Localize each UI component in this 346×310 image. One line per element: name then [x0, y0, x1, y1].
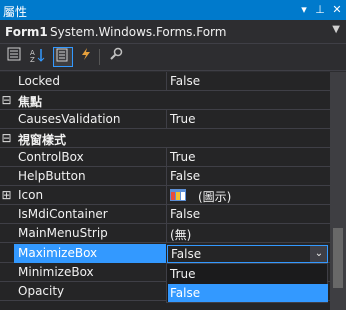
property-name: Opacity [18, 284, 65, 298]
property-row-icon[interactable]: ⊞ Icon (圖示) [0, 186, 330, 205]
expand-icon[interactable]: ⊞ [0, 186, 13, 205]
column-divider [166, 110, 167, 129]
collapse-icon[interactable]: ⊟ [0, 91, 13, 110]
property-value: (無) [170, 228, 192, 242]
chevron-down-icon[interactable]: ▼ [332, 24, 340, 35]
property-name: Locked [18, 74, 60, 88]
chevron-down-icon[interactable]: ⌄ [310, 246, 327, 262]
property-value: True [170, 112, 196, 126]
property-name: MinimizeBox [18, 265, 94, 279]
window-title: 屬性 [3, 5, 28, 19]
alphabetical-icon[interactable]: AZ [27, 47, 47, 67]
close-icon[interactable]: ✕ [330, 0, 344, 20]
property-row-controlbox[interactable]: ControlBox True [0, 148, 330, 167]
form-icon-preview-icon [170, 189, 186, 201]
dropdown-menu-icon[interactable]: ▾ [297, 0, 311, 20]
object-type: System.Windows.Forms.Form [50, 25, 227, 39]
property-row-locked[interactable]: Locked False [0, 72, 330, 91]
maximizebox-value-editor[interactable]: False ⌄ [167, 245, 328, 263]
property-name: HelpButton [18, 169, 86, 183]
property-name: Icon [18, 188, 44, 202]
column-divider [166, 167, 167, 186]
collapse-icon[interactable]: ⊟ [0, 129, 13, 148]
column-divider [166, 72, 167, 91]
property-name: MaximizeBox [18, 246, 98, 260]
property-name: ControlBox [18, 150, 84, 164]
properties-icon[interactable] [53, 47, 73, 67]
dropdown-option-true[interactable]: True [168, 265, 328, 283]
property-row-causesvalidation[interactable]: CausesValidation True [0, 110, 330, 129]
property-value: False [170, 169, 201, 183]
category-row-window-style[interactable]: ⊟ 視窗樣式 [0, 129, 330, 148]
property-value: False [170, 207, 201, 221]
property-value: False [170, 74, 201, 88]
properties-toolbar: AZ [0, 44, 346, 71]
property-value: True [170, 150, 196, 164]
editor-value[interactable]: False [171, 247, 201, 261]
category-row-focus[interactable]: ⊟ 焦點 [0, 91, 330, 110]
property-pages-icon[interactable] [106, 47, 126, 67]
property-name: CausesValidation [18, 112, 121, 126]
object-name: Form1 [5, 25, 48, 39]
object-selector[interactable]: Form1 System.Windows.Forms.Form ▼ [0, 21, 346, 44]
scrollbar-thumb[interactable] [333, 228, 343, 288]
window-titlebar: 屬性 ▾ ⊥ ✕ [0, 0, 346, 20]
property-row-mainmenustrip[interactable]: MainMenuStrip (無) [0, 224, 330, 243]
dropdown-option-false[interactable]: False [168, 284, 328, 302]
toolbar-divider [99, 49, 100, 65]
category-name: 焦點 [18, 95, 43, 108]
property-row-ismdicontainer[interactable]: IsMdiContainer False [0, 205, 330, 224]
value-dropdown-list: True False [166, 263, 328, 303]
svg-text:Z: Z [30, 56, 35, 63]
column-divider [166, 224, 167, 243]
pin-icon[interactable]: ⊥ [313, 0, 327, 20]
column-divider [166, 186, 167, 205]
property-name: IsMdiContainer [18, 207, 108, 221]
property-value: (圖示) [198, 190, 232, 204]
category-name: 視窗樣式 [18, 133, 67, 146]
property-name: MainMenuStrip [18, 226, 108, 240]
column-divider [166, 205, 167, 224]
events-icon[interactable] [76, 47, 96, 67]
column-divider [166, 148, 167, 167]
property-row-helpbutton[interactable]: HelpButton False [0, 167, 330, 186]
categorized-icon[interactable] [4, 47, 24, 67]
